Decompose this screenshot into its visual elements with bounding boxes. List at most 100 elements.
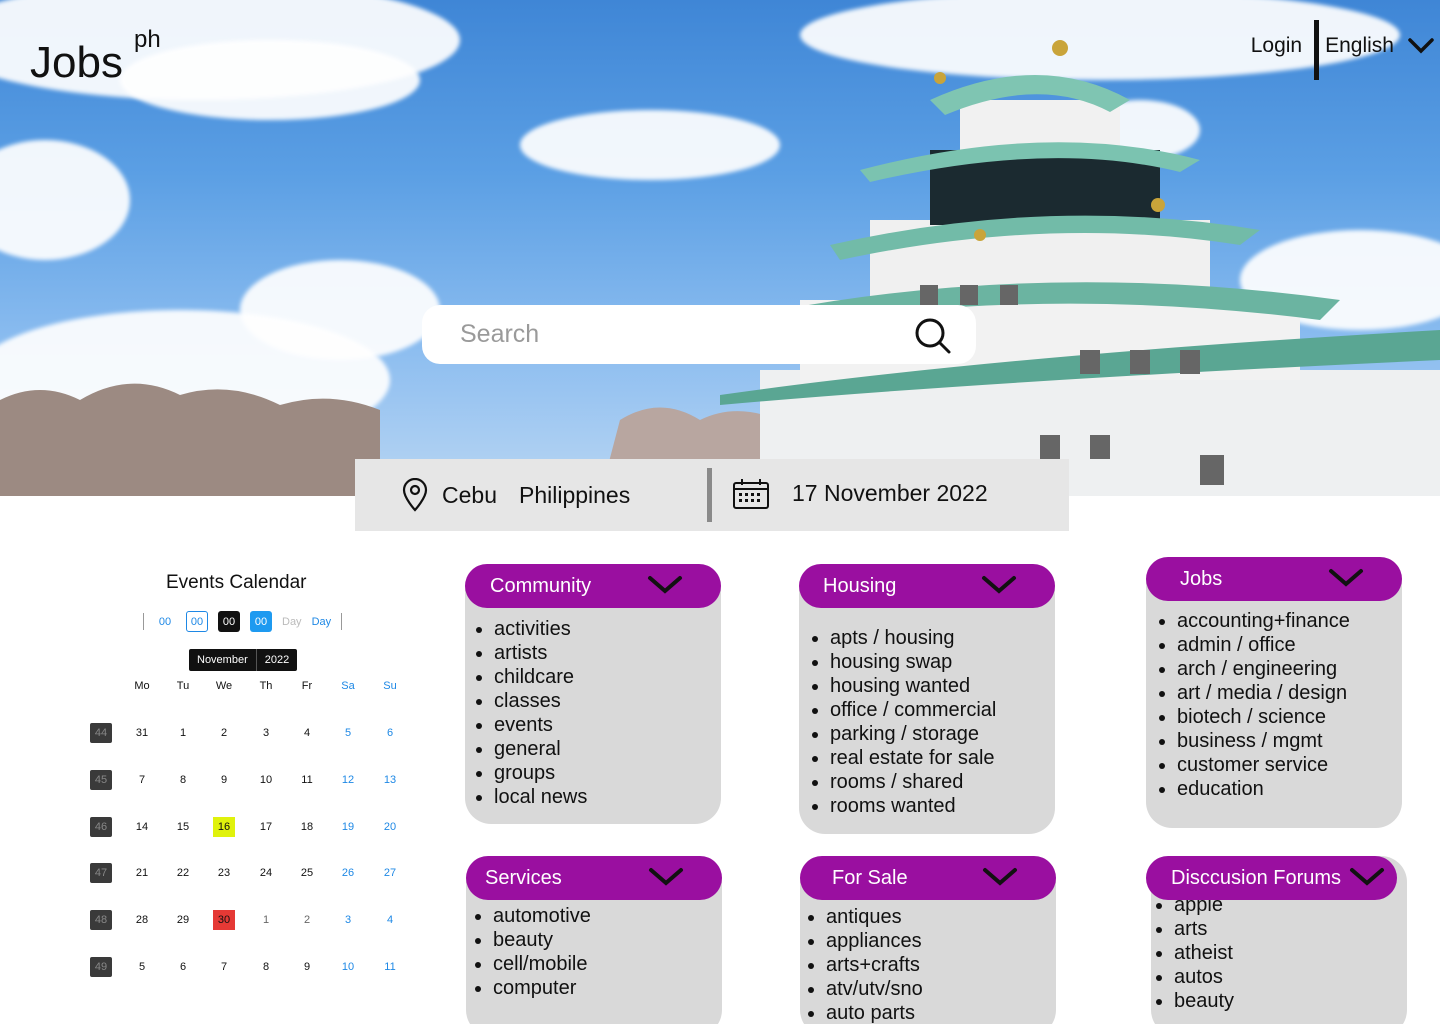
calendar-day[interactable]: 6 <box>379 723 401 743</box>
category-link[interactable]: biotech / science <box>1177 705 1350 729</box>
category-link[interactable]: general <box>494 737 587 761</box>
category-header[interactable]: Community <box>465 564 721 608</box>
category-header[interactable]: For Sale <box>800 856 1056 900</box>
chevron-down-icon[interactable] <box>1328 567 1364 589</box>
category-header[interactable]: Housing <box>799 564 1055 608</box>
category-link[interactable]: auto parts <box>826 1001 923 1024</box>
category-link[interactable]: education <box>1177 777 1350 801</box>
category-link[interactable]: computer <box>493 976 591 1000</box>
category-header[interactable]: Services <box>466 856 722 900</box>
calendar-control[interactable]: 00 <box>250 611 272 632</box>
category-link[interactable]: arts+crafts <box>826 953 923 977</box>
category-link[interactable]: beauty <box>1174 989 1234 1013</box>
category-link[interactable]: housing wanted <box>830 674 996 698</box>
calendar-control[interactable]: 00 <box>154 611 176 632</box>
chevron-down-icon[interactable] <box>981 574 1017 596</box>
language-selector[interactable]: English <box>1325 34 1440 58</box>
calendar-day[interactable]: 8 <box>172 770 194 790</box>
category-link[interactable]: office / commercial <box>830 698 996 722</box>
calendar-day[interactable]: 15 <box>172 817 194 837</box>
calendar-day[interactable]: 2 <box>296 910 318 930</box>
calendar-day[interactable]: 11 <box>296 770 318 790</box>
month-year-selector[interactable]: November 2022 <box>189 649 298 671</box>
calendar-day[interactable]: 24 <box>255 863 277 883</box>
category-link[interactable]: atv/utv/sno <box>826 977 923 1001</box>
calendar-day[interactable]: 27 <box>379 863 401 883</box>
location-country[interactable]: Philippines <box>519 482 630 509</box>
calendar-day[interactable]: 10 <box>255 770 277 790</box>
month-label[interactable]: November <box>189 654 256 666</box>
search-icon[interactable] <box>914 317 952 355</box>
category-link[interactable]: arts <box>1174 917 1234 941</box>
category-link[interactable]: arch / engineering <box>1177 657 1350 681</box>
calendar-day[interactable]: 9 <box>296 957 318 977</box>
category-link[interactable]: antiques <box>826 905 923 929</box>
calendar-day[interactable]: 3 <box>255 723 277 743</box>
chevron-down-icon[interactable] <box>982 866 1018 888</box>
category-link[interactable]: rooms wanted <box>830 794 996 818</box>
category-header[interactable]: Disccusion Forums <box>1146 856 1397 900</box>
calendar-day[interactable]: 14 <box>131 817 153 837</box>
calendar-day[interactable]: 21 <box>131 863 153 883</box>
calendar-day[interactable]: 25 <box>296 863 318 883</box>
calendar-control[interactable]: 00 <box>218 611 240 632</box>
calendar-day[interactable]: 10 <box>337 957 359 977</box>
category-link[interactable]: childcare <box>494 665 587 689</box>
search-input[interactable] <box>460 320 900 349</box>
calendar-day[interactable]: 1 <box>255 910 277 930</box>
calendar-day[interactable]: 8 <box>255 957 277 977</box>
calendar-day[interactable]: 22 <box>172 863 194 883</box>
category-link[interactable]: housing swap <box>830 650 996 674</box>
category-link[interactable]: artists <box>494 641 587 665</box>
location-city[interactable]: Cebu <box>442 482 497 509</box>
calendar-day[interactable]: 18 <box>296 817 318 837</box>
category-link[interactable]: local news <box>494 785 587 809</box>
category-link[interactable]: accounting+finance <box>1177 609 1350 633</box>
calendar-day[interactable]: 9 <box>213 770 235 790</box>
category-link[interactable]: real estate for sale <box>830 746 996 770</box>
chevron-down-icon[interactable] <box>647 574 683 596</box>
calendar-day[interactable]: 7 <box>131 770 153 790</box>
category-link[interactable]: appliances <box>826 929 923 953</box>
category-link[interactable]: admin / office <box>1177 633 1350 657</box>
calendar-day[interactable]: 4 <box>296 723 318 743</box>
calendar-day[interactable]: 11 <box>379 957 401 977</box>
category-link[interactable]: groups <box>494 761 587 785</box>
calendar-day[interactable]: 1 <box>172 723 194 743</box>
category-link[interactable]: activities <box>494 617 587 641</box>
calendar-day[interactable]: 6 <box>172 957 194 977</box>
category-link[interactable]: classes <box>494 689 587 713</box>
calendar-day[interactable]: 2 <box>213 723 235 743</box>
calendar-day[interactable]: 19 <box>337 817 359 837</box>
category-link[interactable]: autos <box>1174 965 1234 989</box>
category-link[interactable]: business / mgmt <box>1177 729 1350 753</box>
calendar-control[interactable]: Day <box>282 611 302 632</box>
calendar-day[interactable]: 31 <box>131 723 153 743</box>
category-link[interactable]: apts / housing <box>830 626 996 650</box>
calendar-icon[interactable] <box>732 478 770 510</box>
year-label[interactable]: 2022 <box>257 654 297 666</box>
calendar-control[interactable]: 00 <box>186 611 208 632</box>
category-link[interactable]: rooms / shared <box>830 770 996 794</box>
chevron-down-icon[interactable] <box>1349 866 1385 888</box>
category-link[interactable]: parking / storage <box>830 722 996 746</box>
category-header[interactable]: Jobs <box>1146 557 1402 601</box>
selected-date[interactable]: 17 November 2022 <box>792 480 988 507</box>
calendar-day[interactable]: 26 <box>337 863 359 883</box>
category-link[interactable]: automotive <box>493 904 591 928</box>
calendar-day[interactable]: 13 <box>379 770 401 790</box>
calendar-day[interactable]: 20 <box>379 817 401 837</box>
calendar-day[interactable]: 30 <box>213 910 235 931</box>
category-link[interactable]: art / media / design <box>1177 681 1350 705</box>
calendar-day[interactable]: 12 <box>337 770 359 790</box>
calendar-day[interactable]: 4 <box>379 910 401 930</box>
calendar-day[interactable]: 5 <box>131 957 153 977</box>
calendar-day[interactable]: 5 <box>337 723 359 743</box>
category-link[interactable]: customer service <box>1177 753 1350 777</box>
category-link[interactable]: atheist <box>1174 941 1234 965</box>
category-link[interactable]: beauty <box>493 928 591 952</box>
calendar-day[interactable]: 17 <box>255 817 277 837</box>
calendar-day[interactable]: 7 <box>213 957 235 977</box>
login-link[interactable]: Login <box>1251 34 1302 58</box>
calendar-day[interactable]: 3 <box>337 910 359 930</box>
